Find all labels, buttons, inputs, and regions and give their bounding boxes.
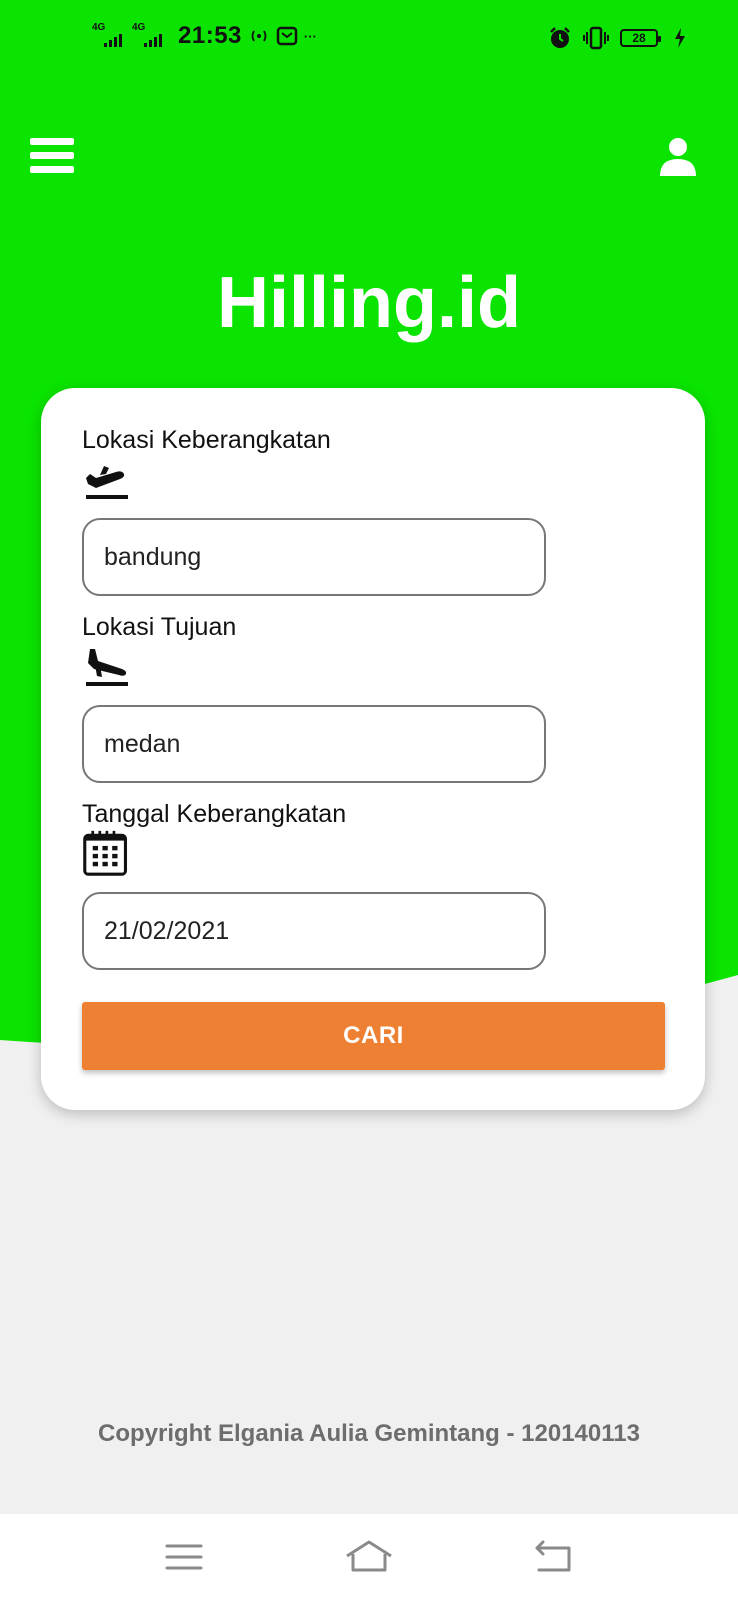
recent-apps-icon[interactable]	[155, 1534, 215, 1580]
app-title: Hilling.id	[217, 263, 521, 343]
search-button[interactable]: CARI	[82, 1002, 665, 1070]
departure-input[interactable]	[82, 518, 546, 596]
date-input[interactable]	[82, 892, 546, 970]
system-nav-bar	[0, 1514, 738, 1600]
calendar-icon	[83, 830, 128, 876]
home-icon[interactable]	[339, 1534, 399, 1580]
charging-icon	[675, 28, 685, 48]
hamburger-menu-icon[interactable]	[30, 138, 74, 176]
network-type-label: 4G	[92, 22, 106, 33]
flight-takeoff-icon	[86, 466, 128, 499]
user-profile-icon[interactable]	[660, 136, 696, 176]
network-type-label: 4G	[132, 22, 146, 33]
destination-label: Lokasi Tujuan	[82, 613, 237, 641]
destination-input[interactable]	[82, 705, 546, 783]
status-time: 21:53	[178, 22, 242, 49]
departure-label: Lokasi Keberangkatan	[82, 426, 331, 454]
date-label: Tanggal Keberangkatan	[82, 800, 347, 828]
hotspot-icon	[251, 30, 267, 42]
message-icon	[276, 26, 298, 46]
vibrate-icon	[583, 26, 609, 50]
flight-landing-icon	[86, 649, 128, 686]
back-icon[interactable]	[523, 1534, 583, 1580]
signal-icon: 4G	[92, 23, 126, 49]
copyright-text: Copyright Elgania Aulia Gemintang - 1201…	[98, 1420, 640, 1447]
battery-level: 28	[632, 31, 646, 45]
alarm-icon	[550, 27, 570, 48]
search-form-card: Lokasi Keberangkatan Lokasi Tujuan Tangg…	[41, 388, 705, 1110]
more-notifications: ···	[303, 28, 317, 44]
status-bar: 4G 4G 21:53 ··· 28	[0, 0, 738, 80]
battery-icon: 28	[620, 29, 661, 47]
signal-icon: 4G	[132, 23, 166, 49]
